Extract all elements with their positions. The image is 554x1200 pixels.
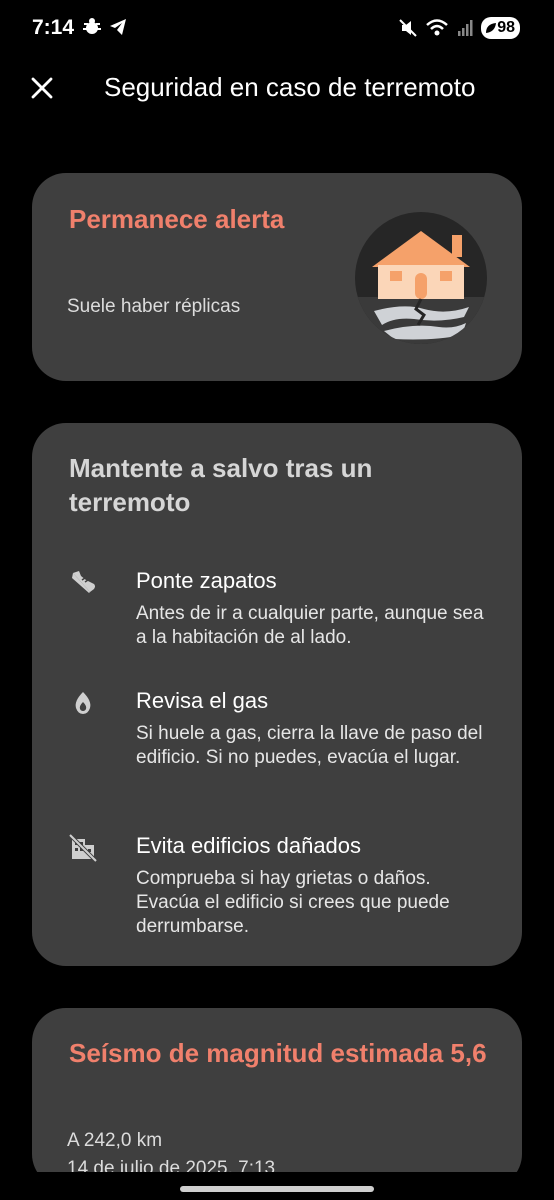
safety-title: Mantente a salvo tras un terremoto (69, 453, 373, 517)
tip-title: Evita edificios dañados (136, 833, 362, 858)
earthquake-info-card[interactable]: Seísmo de magnitud estimada 5,6 A 242,0 … (32, 1008, 522, 1188)
mute-icon (399, 19, 417, 37)
bug-icon (83, 18, 101, 34)
gesture-home-bar[interactable] (180, 1186, 374, 1192)
leaf-icon (486, 23, 497, 33)
status-bar: 7:14 98 (0, 0, 554, 60)
notification-icons (82, 17, 128, 37)
app-bar: Seguridad en caso de terremoto (0, 60, 554, 116)
tip-text: Antes de ir a cualquier parte, aunque se… (136, 603, 484, 648)
close-icon (31, 77, 53, 99)
safety-tips-card: Mantente a salvo tras un terremoto Ponte… (32, 423, 522, 966)
tip-text: Comprueba si hay grietas o daños. Evacúa… (136, 868, 450, 937)
damaged-building-icon (68, 833, 98, 863)
system-icons: 98 (399, 17, 520, 39)
house-earthquake-illustration (355, 212, 487, 344)
shoe-icon (72, 571, 95, 593)
signal-icon (458, 20, 473, 36)
alert-title: Permanece alerta (69, 204, 285, 234)
quake-distance: A 242,0 km (67, 1130, 163, 1151)
tip-title: Revisa el gas (136, 688, 269, 713)
telegram-icon (110, 19, 126, 35)
stay-alert-card: Permanece alerta Suele haber réplicas (32, 173, 522, 381)
battery-indicator: 98 (481, 17, 520, 39)
battery-level: 98 (497, 19, 515, 36)
tip-title: Ponte zapatos (136, 568, 277, 593)
tip-text: Si huele a gas, cierra la llave de paso … (136, 723, 483, 768)
status-time: 7:14 (32, 16, 75, 39)
quake-title: Seísmo de magnitud estimada 5,6 (69, 1038, 487, 1068)
wifi-icon (426, 19, 449, 36)
close-button[interactable] (22, 68, 62, 108)
page-title: Seguridad en caso de terremoto (104, 72, 476, 102)
gas-flame-icon (75, 692, 91, 714)
alert-subtitle: Suele haber réplicas (67, 296, 241, 317)
